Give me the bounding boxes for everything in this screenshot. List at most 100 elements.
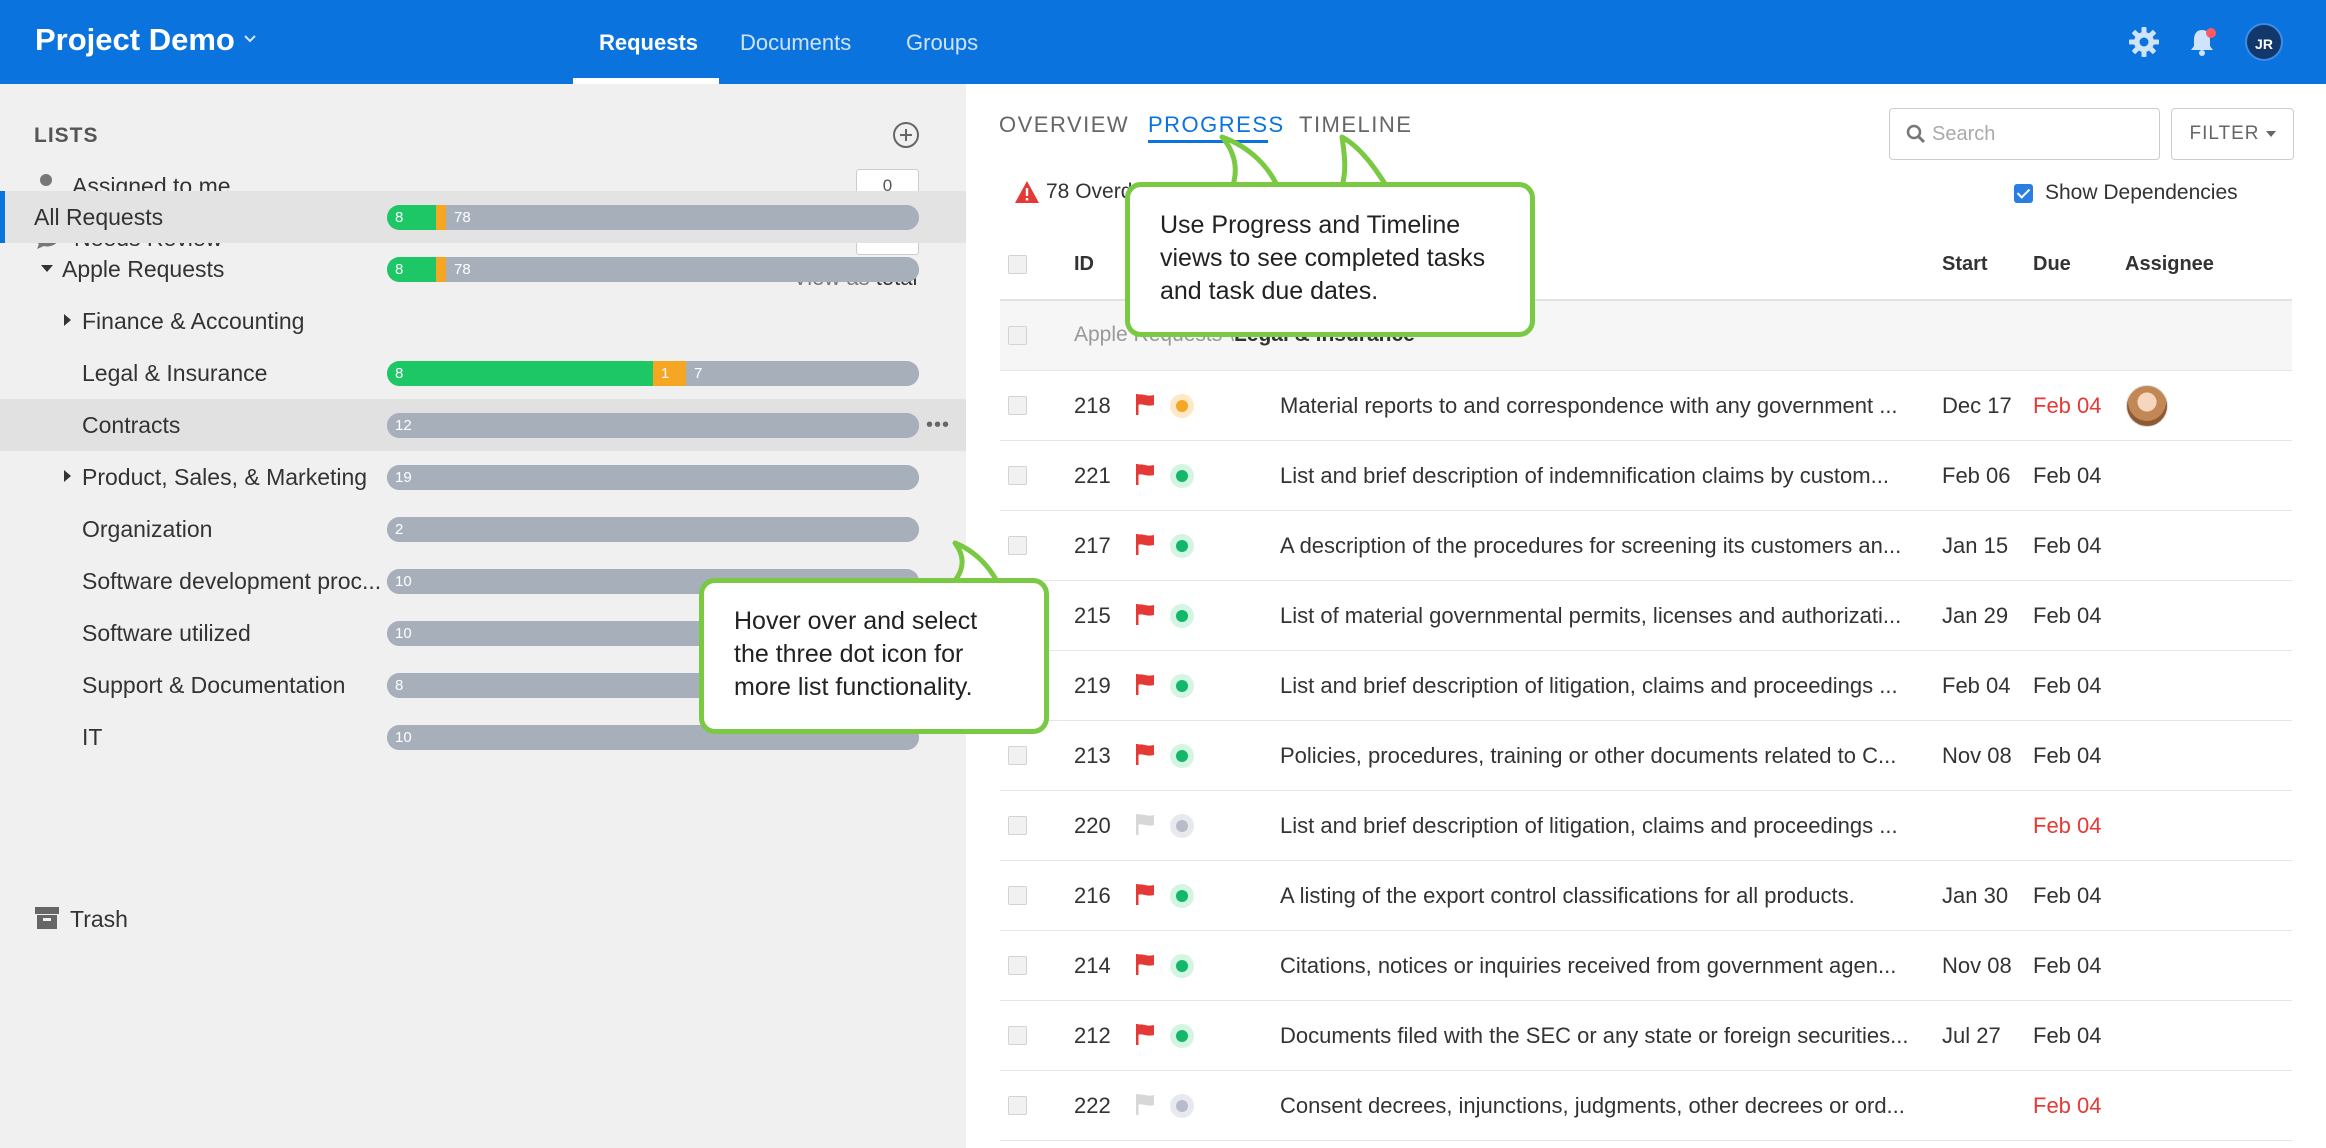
- table-row[interactable]: 218 Material reports to and correspondenc…: [1000, 371, 2292, 441]
- project-title[interactable]: Project Demo: [35, 22, 235, 58]
- status-indicator: [1170, 1024, 1194, 1048]
- list-row[interactable]: Contracts 12 •••: [0, 399, 966, 451]
- request-name[interactable]: List and brief description of litigation…: [1280, 673, 1932, 699]
- warning-icon: [1015, 181, 1039, 203]
- row-checkbox[interactable]: [1008, 466, 1027, 485]
- column-due[interactable]: Due: [2033, 253, 2071, 276]
- table-row[interactable]: 212 Documents filed with the SEC or any s…: [1000, 1001, 2292, 1071]
- top-navigation-bar: Project Demo Requests Documents Groups J…: [0, 0, 2326, 84]
- tab-requests[interactable]: Requests: [599, 30, 698, 56]
- progress-bar: 8 78: [387, 257, 919, 282]
- table-row[interactable]: 216 A listing of the export control class…: [1000, 861, 2292, 931]
- assignee-avatar[interactable]: [2126, 385, 2168, 427]
- request-name[interactable]: Policies, procedures, training or other …: [1280, 743, 1932, 769]
- show-dependencies-checkbox[interactable]: [2014, 183, 2033, 203]
- flag-icon[interactable]: [1134, 812, 1156, 836]
- flag-icon[interactable]: [1134, 952, 1156, 976]
- start-date: Jan 29: [1942, 603, 2009, 628]
- flag-icon[interactable]: [1134, 532, 1156, 556]
- list-row[interactable]: Product, Sales, & Marketing 19: [0, 451, 966, 503]
- flag-icon[interactable]: [1134, 672, 1156, 696]
- more-options-icon[interactable]: •••: [926, 414, 950, 437]
- flag-icon[interactable]: [1134, 1022, 1156, 1046]
- start-date: Nov 08: [1942, 953, 2012, 978]
- tab-overview[interactable]: OVERVIEW: [999, 112, 1129, 138]
- list-row[interactable]: Apple Requests 8 78: [0, 243, 966, 295]
- row-checkbox[interactable]: [1008, 816, 1027, 835]
- show-dependencies-label: Show Dependencies: [2045, 181, 2238, 204]
- request-id: 221: [1074, 463, 1111, 488]
- table-row[interactable]: 220 List and brief description of litigat…: [1000, 791, 2292, 861]
- three-dot-tooltip: Hover over and select the three dot icon…: [699, 578, 1049, 734]
- caret-right-icon[interactable]: [60, 313, 74, 327]
- user-avatar[interactable]: JR: [2245, 23, 2283, 61]
- flag-icon[interactable]: [1134, 602, 1156, 626]
- request-name[interactable]: A description of the procedures for scre…: [1280, 533, 1932, 559]
- tab-documents[interactable]: Documents: [740, 30, 851, 56]
- progress-count: 8: [395, 209, 404, 226]
- flag-icon[interactable]: [1134, 462, 1156, 486]
- row-checkbox[interactable]: [1008, 956, 1027, 975]
- due-date: Feb 04: [2033, 743, 2102, 768]
- list-row[interactable]: Organization 2: [0, 503, 966, 555]
- trash-icon[interactable]: [34, 906, 60, 930]
- table-row[interactable]: 215 List of material governmental permits…: [1000, 581, 2292, 651]
- row-checkbox[interactable]: [1008, 1026, 1027, 1045]
- flag-icon[interactable]: [1134, 1092, 1156, 1116]
- row-checkbox[interactable]: [1008, 1096, 1027, 1115]
- trash-label[interactable]: Trash: [70, 906, 128, 933]
- add-list-icon[interactable]: [891, 120, 921, 150]
- select-all-checkbox[interactable]: [1008, 255, 1027, 274]
- caret-right-icon[interactable]: [60, 469, 74, 483]
- show-dependencies-toggle[interactable]: Show Dependencies: [2014, 181, 2238, 205]
- progress-count: 19: [395, 469, 412, 486]
- group-checkbox[interactable]: [1008, 326, 1027, 345]
- progress-count: 10: [395, 573, 412, 590]
- table-row[interactable]: 214 Citations, notices or inquiries recei…: [1000, 931, 2292, 1001]
- flag-icon[interactable]: [1134, 882, 1156, 906]
- list-label: All Requests: [34, 204, 164, 230]
- table-row[interactable]: 221 List and brief description of indemni…: [1000, 441, 2292, 511]
- request-name[interactable]: Material reports to and correspondence w…: [1280, 393, 1932, 419]
- status-indicator: [1170, 534, 1194, 558]
- request-name[interactable]: List and brief description of indemnific…: [1280, 463, 1932, 489]
- table-row[interactable]: 213 Policies, procedures, training or oth…: [1000, 721, 2292, 791]
- table-row[interactable]: 219 List and brief description of litigat…: [1000, 651, 2292, 721]
- bell-icon[interactable]: [2184, 24, 2220, 60]
- request-name[interactable]: Citations, notices or inquiries received…: [1280, 953, 1932, 979]
- row-checkbox[interactable]: [1008, 746, 1027, 765]
- start-date: Jan 15: [1942, 533, 2009, 558]
- due-date: Feb 04: [2033, 953, 2102, 978]
- filter-button[interactable]: FILTER: [2171, 108, 2294, 160]
- flag-icon[interactable]: [1134, 392, 1156, 416]
- request-name[interactable]: A listing of the export control classifi…: [1280, 883, 1932, 909]
- row-checkbox[interactable]: [1008, 396, 1027, 415]
- column-id[interactable]: ID: [1074, 253, 1094, 276]
- row-checkbox[interactable]: [1008, 886, 1027, 905]
- search-input[interactable]: [1932, 109, 2152, 159]
- progress-segment: [387, 413, 919, 438]
- status-indicator: [1170, 674, 1194, 698]
- request-name[interactable]: List and brief description of litigation…: [1280, 813, 1932, 839]
- gear-icon[interactable]: [2126, 24, 2162, 60]
- list-row[interactable]: Finance & Accounting: [0, 295, 966, 347]
- request-name[interactable]: List of material governmental permits, l…: [1280, 603, 1932, 629]
- table-row[interactable]: 222 Consent decrees, injunctions, judgmen…: [1000, 1071, 2292, 1141]
- progress-segment: [686, 361, 919, 386]
- progress-segment: [387, 517, 919, 542]
- progress-bar: 2: [387, 517, 919, 542]
- table-row[interactable]: 217 A description of the procedures for s…: [1000, 511, 2292, 581]
- list-row[interactable]: Legal & Insurance 8 1 7: [0, 347, 966, 399]
- tab-groups[interactable]: Groups: [906, 30, 978, 56]
- request-name[interactable]: Consent decrees, injunctions, judgments,…: [1280, 1093, 1932, 1119]
- list-row[interactable]: All Requests 8 78: [0, 191, 966, 243]
- request-id: 213: [1074, 743, 1111, 768]
- column-assignee[interactable]: Assignee: [2125, 253, 2214, 276]
- request-id: 217: [1074, 533, 1111, 558]
- search-box[interactable]: [1889, 108, 2160, 160]
- column-start[interactable]: Start: [1942, 253, 1988, 276]
- caret-down-icon[interactable]: [40, 261, 54, 275]
- chevron-down-icon[interactable]: [243, 32, 257, 46]
- flag-icon[interactable]: [1134, 742, 1156, 766]
- request-name[interactable]: Documents filed with the SEC or any stat…: [1280, 1023, 1932, 1049]
